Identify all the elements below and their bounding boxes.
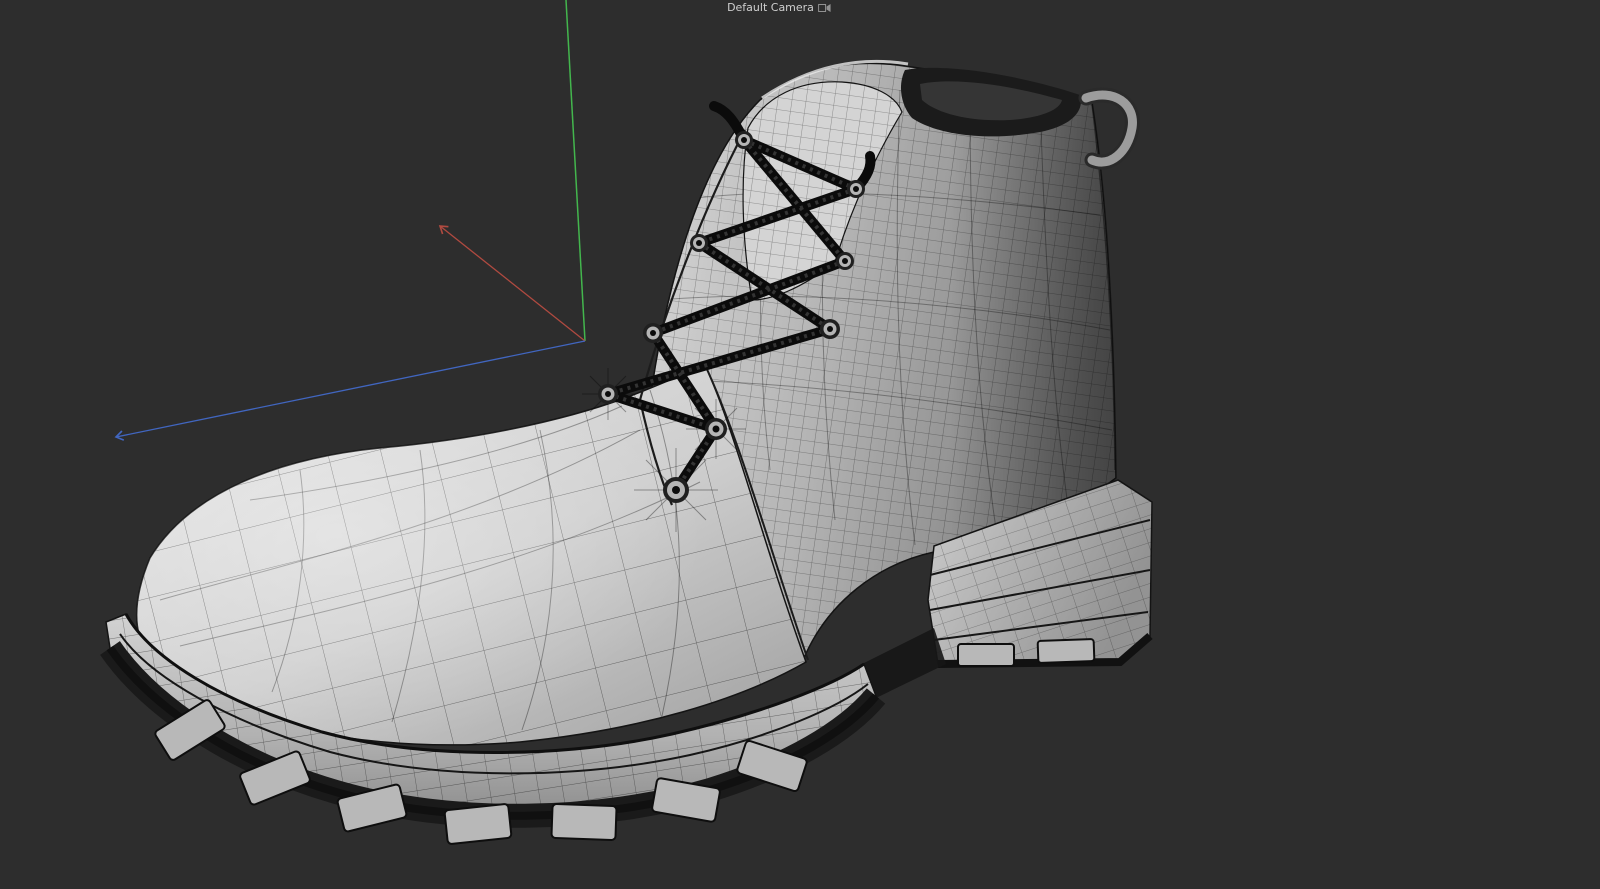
eyelet [847,180,865,198]
viewport-canvas[interactable] [0,0,1600,889]
eyelet [836,252,854,270]
camera-label-text: Default Camera [727,1,814,14]
camera-menu-icon[interactable] [817,3,831,13]
eyelet [735,131,753,149]
camera-label[interactable]: Default Camera [727,1,831,14]
eyelet [820,319,840,339]
eyelet [705,418,727,440]
eyelet [690,234,708,252]
eyelet [663,477,689,503]
3d-viewport[interactable]: Default Camera [0,0,1600,889]
eyelet [643,323,663,343]
eyelet [598,384,618,404]
